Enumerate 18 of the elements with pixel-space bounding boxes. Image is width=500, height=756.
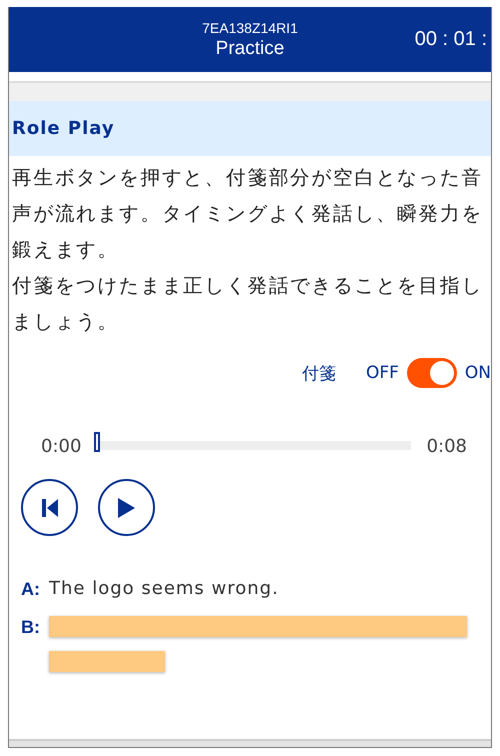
dialogue-text: The logo seems wrong.	[49, 577, 279, 601]
seek-handle[interactable]	[94, 432, 100, 452]
total-time: 0:08	[426, 436, 467, 457]
play-icon	[118, 498, 135, 518]
skip-back-icon	[42, 498, 58, 516]
instruction-text: 再生ボタンを押すと、付箋部分が空白となった音声が流れます。タイミングよく発話し、瞬発力を鍛えます。	[12, 165, 484, 263]
off-label: OFF	[366, 363, 399, 383]
instruction-text: 付箋をつけたまま正しく発話できることを目指しましょう。	[12, 273, 484, 335]
section-title: Role Play	[12, 118, 115, 139]
toggle-label: 付箋	[302, 362, 336, 384]
timer: 00 : 01 :	[414, 28, 488, 51]
speaker-label: B:	[21, 616, 41, 639]
lesson-code: 7EA138Z14RI1	[202, 20, 298, 36]
toggle-switch[interactable]	[406, 358, 457, 388]
on-label: ON	[464, 363, 491, 383]
screen-title: Practice	[216, 38, 284, 60]
speaker-label: A:	[21, 578, 41, 601]
current-time: 0:00	[41, 436, 82, 457]
